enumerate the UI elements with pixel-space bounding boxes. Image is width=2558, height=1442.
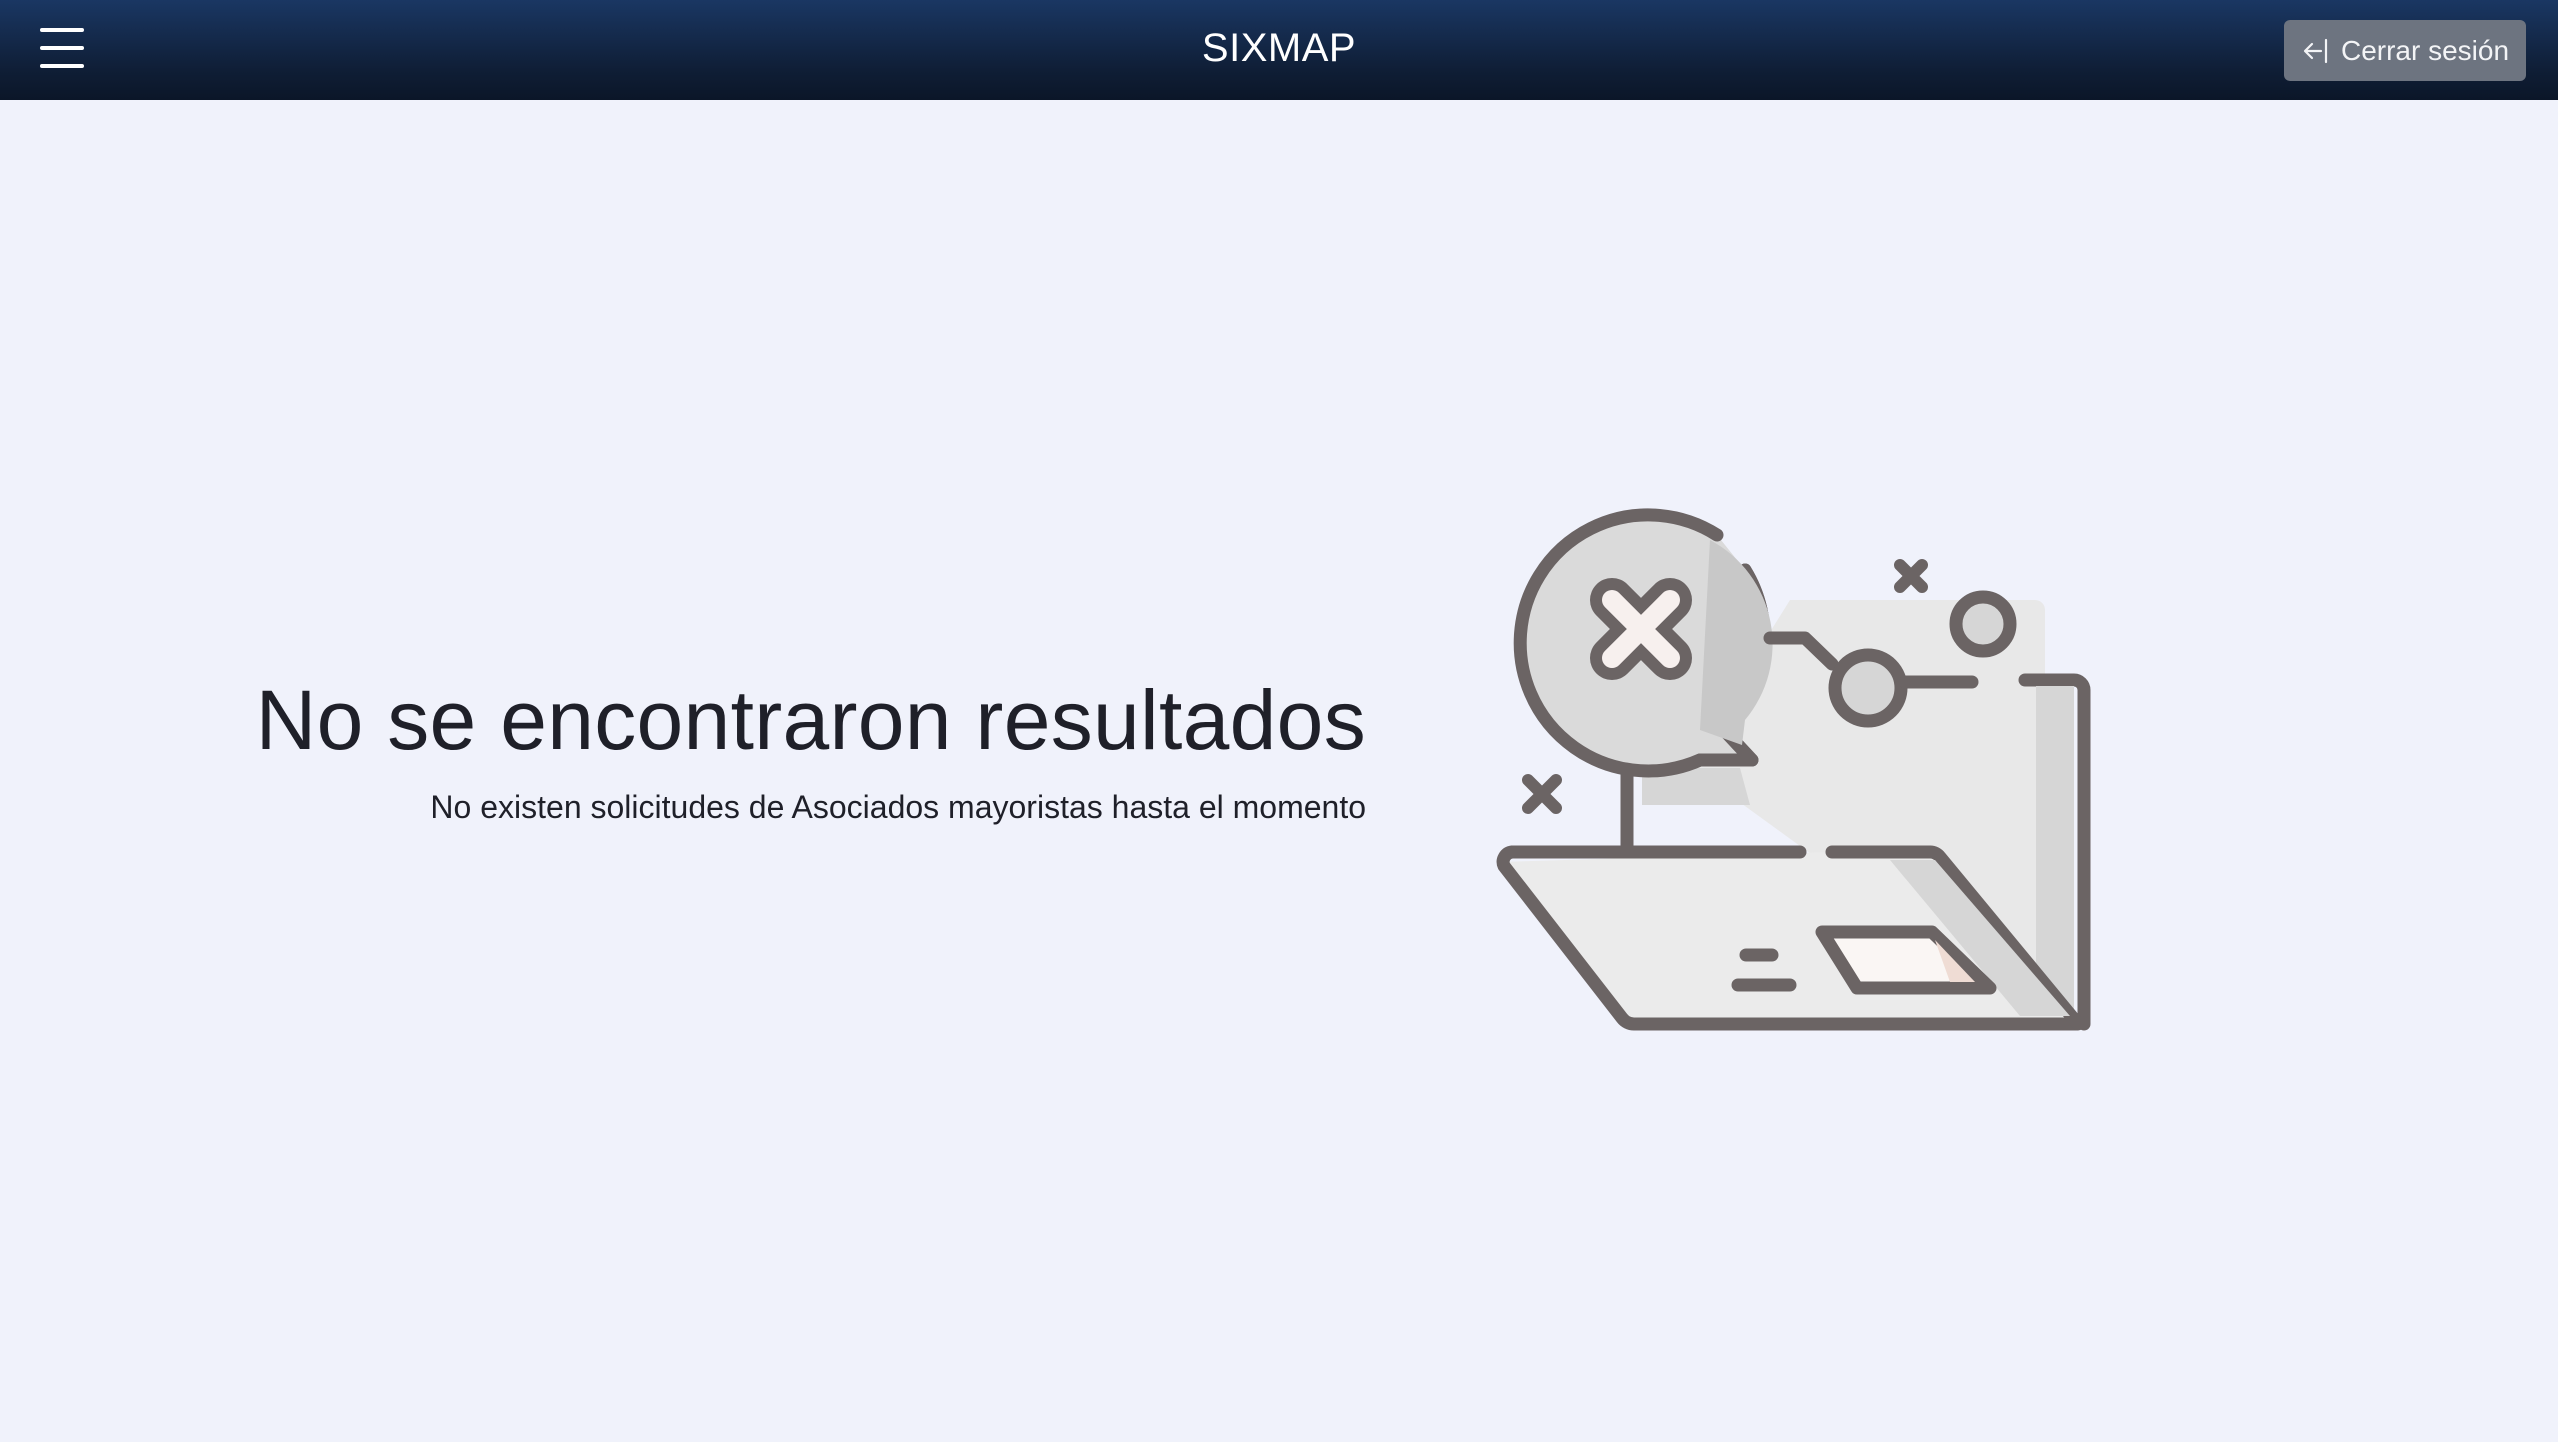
top-navbar: SIXMAP Cerrar sesión bbox=[0, 0, 2558, 100]
empty-folder-no-results-illustration bbox=[1496, 508, 2091, 1031]
logout-button[interactable]: Cerrar sesión bbox=[2284, 20, 2526, 81]
app-title: SIXMAP bbox=[1201, 26, 1357, 70]
logout-label: Cerrar sesión bbox=[2340, 34, 2510, 66]
empty-state-subtitle: No existen solicitudes de Asociados mayo… bbox=[430, 789, 1366, 825]
empty-state-message: No se encontraron resultados No existen … bbox=[0, 660, 1366, 834]
empty-state-title: No se encontraron resultados bbox=[255, 673, 1366, 767]
logout-icon bbox=[2301, 36, 2331, 66]
hamburger-menu-icon[interactable] bbox=[36, 24, 88, 72]
